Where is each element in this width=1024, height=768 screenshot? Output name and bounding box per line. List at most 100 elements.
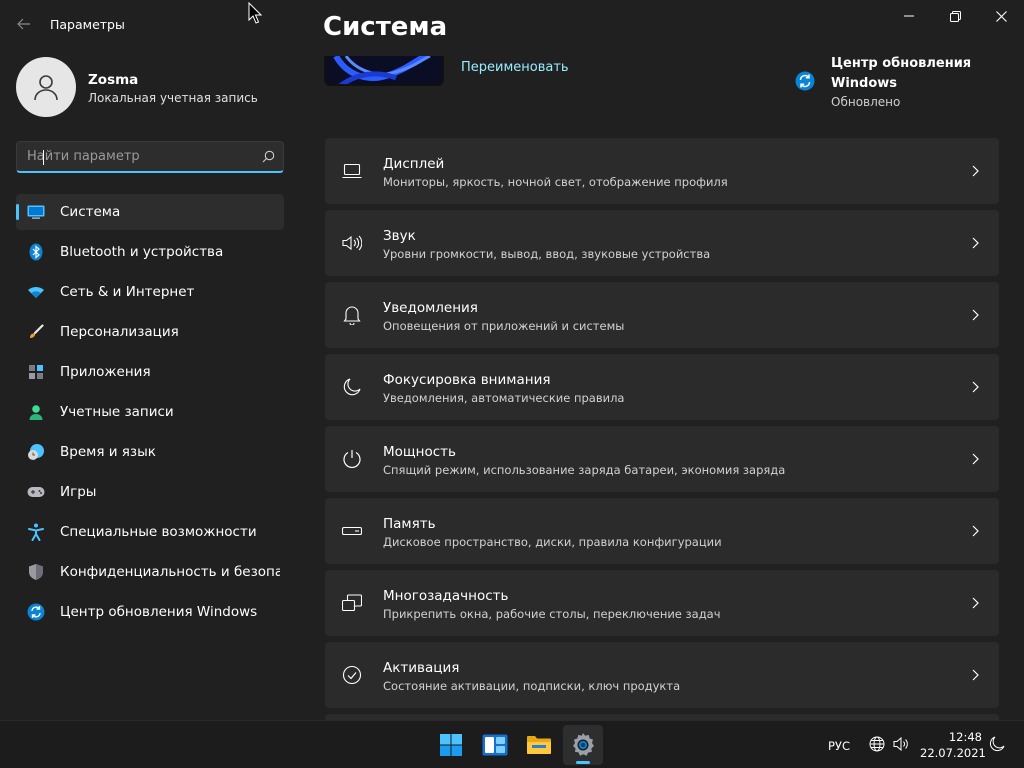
sidebar-item-personalization[interactable]: Персонализация <box>16 314 284 350</box>
card-title: Уведомления <box>383 300 478 316</box>
close-button[interactable] <box>978 0 1024 32</box>
time-language-icon <box>26 442 46 462</box>
card-title: Многозадачность <box>383 588 508 604</box>
back-button[interactable] <box>14 14 34 34</box>
card-storage[interactable]: Память Дисковое пространство, диски, пра… <box>325 498 999 564</box>
card-title: Память <box>383 516 436 532</box>
card-sound[interactable]: Звук Уровни громкости, вывод, ввод, звук… <box>325 210 999 276</box>
minimize-icon <box>904 11 914 21</box>
clock[interactable]: 12:48 22.07.2021 <box>920 729 982 761</box>
settings-taskbar-button[interactable] <box>563 725 603 765</box>
mouse-cursor-icon <box>248 2 262 24</box>
card-title: Фокусировка внимания <box>383 372 550 388</box>
sidebar-item-label: Конфиденциальность и безопас <box>60 564 280 580</box>
card-activation[interactable]: Активация Состояние активации, подписки,… <box>325 642 999 708</box>
card-focus-assist[interactable]: Фокусировка внимания Уведомления, автома… <box>325 354 999 420</box>
input-language-indicator[interactable]: РУС <box>828 739 850 753</box>
page-title: Система <box>323 12 447 42</box>
card-subtitle: Дисковое пространство, диски, правила ко… <box>383 535 722 549</box>
settings-list: Дисплей Мониторы, яркость, ночной свет, … <box>325 138 999 714</box>
windows-update-status: Обновлено <box>831 95 900 109</box>
maximize-button[interactable] <box>932 0 978 32</box>
user-icon <box>31 72 61 102</box>
card-title: Активация <box>383 660 459 676</box>
sidebar-item-time-language[interactable]: Время и язык <box>16 434 284 470</box>
card-display[interactable]: Дисплей Мониторы, яркость, ночной свет, … <box>325 138 999 204</box>
check-circle-icon <box>342 665 362 685</box>
sidebar-item-bluetooth[interactable]: Bluetooth и устройства <box>16 234 284 270</box>
card-subtitle: Уведомления, автоматические правила <box>383 391 624 405</box>
chevron-right-icon <box>969 307 981 323</box>
brush-icon <box>26 322 46 342</box>
sidebar-item-label: Специальные возможности <box>60 524 280 540</box>
profile-name: Zosma <box>88 72 138 88</box>
file-explorer-button[interactable] <box>519 725 559 765</box>
focus-assist-moon-icon[interactable] <box>988 735 1006 753</box>
sidebar-item-label: Центр обновления Windows <box>60 604 280 620</box>
chevron-right-icon <box>969 235 981 251</box>
gamepad-icon <box>26 482 46 502</box>
chevron-right-icon <box>969 379 981 395</box>
card-title: Дисплей <box>383 156 444 172</box>
avatar[interactable] <box>16 57 76 117</box>
chevron-right-icon <box>969 595 981 611</box>
card-power[interactable]: Мощность Спящий режим, использование зар… <box>325 426 999 492</box>
chevron-right-icon <box>969 667 981 683</box>
account-icon <box>26 402 46 422</box>
widgets-button[interactable] <box>475 725 515 765</box>
card-subtitle: Мониторы, яркость, ночной свет, отображе… <box>383 175 728 189</box>
card-subtitle: Спящий режим, использование заряда батар… <box>383 463 785 477</box>
folder-icon <box>526 734 552 756</box>
power-icon <box>342 449 362 469</box>
volume-icon[interactable] <box>892 735 910 753</box>
sidebar-item-privacy[interactable]: Конфиденциальность и безопас <box>16 554 284 590</box>
windows-logo-icon <box>439 733 463 757</box>
bluetooth-icon <box>26 242 46 262</box>
sidebar-item-apps[interactable]: Приложения <box>16 354 284 390</box>
multitasking-icon <box>342 593 362 613</box>
moon-icon <box>342 377 362 397</box>
sidebar-item-gaming[interactable]: Игры <box>16 474 284 510</box>
chevron-right-icon <box>969 451 981 467</box>
sidebar-item-accessibility[interactable]: Специальные возможности <box>16 514 284 550</box>
widgets-icon <box>482 734 508 756</box>
windows-update-title[interactable]: Центр обновления Windows <box>831 54 981 94</box>
rename-link[interactable]: Переименовать <box>461 60 569 75</box>
search-icon[interactable] <box>253 142 283 172</box>
sidebar-item-windows-update[interactable]: Центр обновления Windows <box>16 594 284 630</box>
sidebar-item-accounts[interactable]: Учетные записи <box>16 394 284 430</box>
display-icon <box>342 161 362 181</box>
card-subtitle: Оповещения от приложений и системы <box>383 319 624 333</box>
card-subtitle: Состояние активации, подписки, ключ прод… <box>383 679 680 693</box>
card-title: Звук <box>383 228 416 244</box>
card-title: Мощность <box>383 444 456 460</box>
start-button[interactable] <box>431 725 471 765</box>
sidebar-nav: Система Bluetooth и устройства Сеть & и … <box>16 194 284 634</box>
search-box[interactable] <box>16 141 284 173</box>
accessibility-icon <box>26 522 46 542</box>
sidebar-item-label: Bluetooth и устройства <box>60 244 280 260</box>
sound-icon <box>342 233 362 253</box>
minimize-button[interactable] <box>886 0 932 32</box>
search-input[interactable] <box>17 142 253 171</box>
sidebar-item-system[interactable]: Система <box>16 194 284 230</box>
sidebar-item-label: Приложения <box>60 364 280 380</box>
bell-icon <box>342 305 362 325</box>
clock-time: 12:48 <box>920 729 982 745</box>
sidebar-item-network[interactable]: Сеть & и Интернет <box>16 274 284 310</box>
sidebar-item-label: Сеть & и Интернет <box>60 284 280 300</box>
gear-icon <box>570 732 596 758</box>
back-arrow-icon <box>17 18 31 30</box>
shield-icon <box>26 562 46 582</box>
windows-update-icon[interactable] <box>795 71 815 91</box>
taskbar: РУС 12:48 22.07.2021 <box>0 720 1024 768</box>
card-subtitle: Уровни громкости, вывод, ввод, звуковые … <box>383 247 710 261</box>
card-notifications[interactable]: Уведомления Оповещения от приложений и с… <box>325 282 999 348</box>
wifi-icon <box>26 282 46 302</box>
clock-date: 22.07.2021 <box>920 745 982 761</box>
windows-update-icon <box>26 602 46 622</box>
sidebar-item-label: Игры <box>60 484 280 500</box>
network-globe-icon[interactable] <box>868 735 886 753</box>
close-icon <box>996 11 1007 22</box>
card-multitasking[interactable]: Многозадачность Прикрепить окна, рабочие… <box>325 570 999 636</box>
